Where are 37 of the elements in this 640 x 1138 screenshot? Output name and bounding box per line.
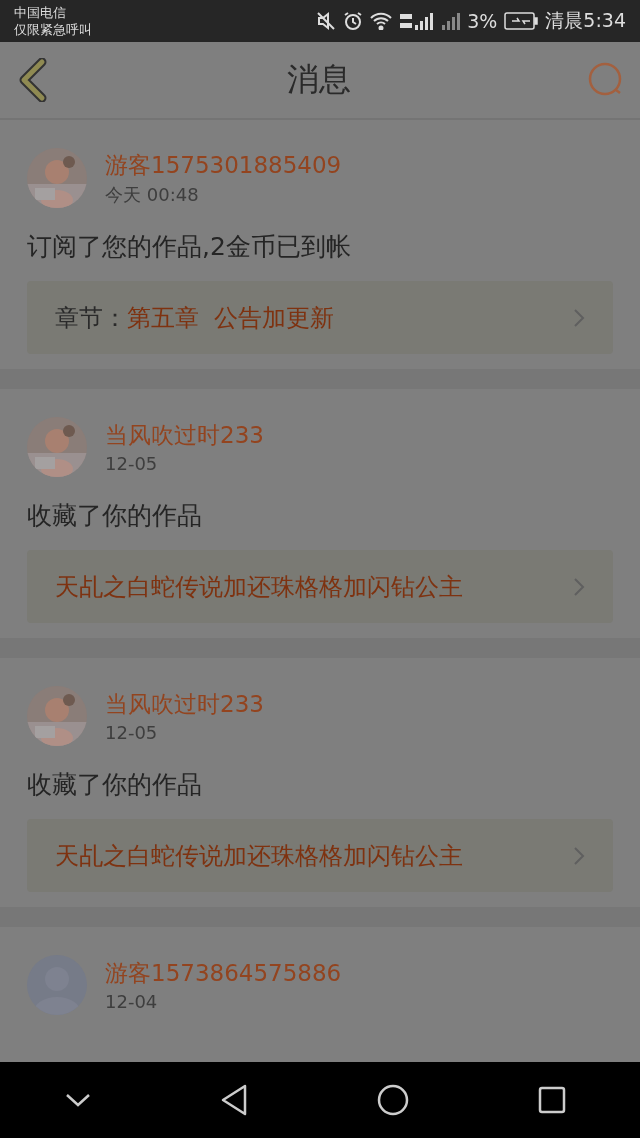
chevron-down-icon — [64, 1092, 91, 1108]
carrier-note: 仅限紧急呼叫 — [14, 21, 93, 38]
user-name: 当风吹过时233 — [105, 690, 264, 719]
recents-square-icon — [537, 1086, 566, 1114]
work-link[interactable]: 天乩之白蛇传说加还珠格格加闪钻公主 — [27, 819, 613, 892]
chapter-label: 章节： — [55, 302, 127, 334]
signal-icon — [440, 11, 461, 31]
carrier-name: 中国电信 — [14, 4, 67, 21]
message-time: 12-05 — [105, 453, 159, 474]
chevron-right-icon — [573, 845, 585, 866]
work-title: 第五章 公告加更新 — [127, 302, 336, 334]
home-circle-icon — [376, 1084, 409, 1116]
battery-charging-icon — [504, 12, 539, 30]
signal-icon — [399, 11, 434, 31]
search-icon — [588, 62, 624, 98]
battery-percent: 3% — [467, 10, 498, 32]
message-time: 今天 00:48 — [105, 182, 200, 207]
work-title: 天乩之白蛇传说加还珠格格加闪钻公主 — [55, 840, 464, 872]
wifi-icon — [370, 12, 393, 30]
chevron-right-icon — [573, 576, 585, 597]
back-triangle-icon — [219, 1084, 248, 1116]
user-name: 游客1575301885409 — [105, 150, 342, 180]
page-title: 消息 — [287, 59, 351, 100]
message-time: 12-05 — [105, 722, 159, 743]
work-title: 天乩之白蛇传说加还珠格格加闪钻公主 — [55, 571, 464, 603]
message-text: 收藏了你的作品 — [27, 769, 203, 801]
message-text: 收藏了你的作品 — [27, 500, 203, 532]
user-name: 游客1573864575886 — [105, 959, 342, 988]
alarm-icon — [343, 11, 364, 31]
mute-icon — [316, 11, 337, 31]
work-link[interactable]: 天乩之白蛇传说加还珠格格加闪钻公主 — [27, 550, 613, 623]
clock-time: 清晨5:34 — [545, 8, 626, 33]
message-text: 订阅了您的作品,2金币已到帐 — [27, 231, 352, 263]
user-name: 当风吹过时233 — [105, 421, 264, 450]
chevron-right-icon — [573, 307, 585, 328]
message-time: 12-04 — [105, 991, 159, 1012]
work-link[interactable]: 章节：第五章 公告加更新 — [27, 281, 613, 354]
